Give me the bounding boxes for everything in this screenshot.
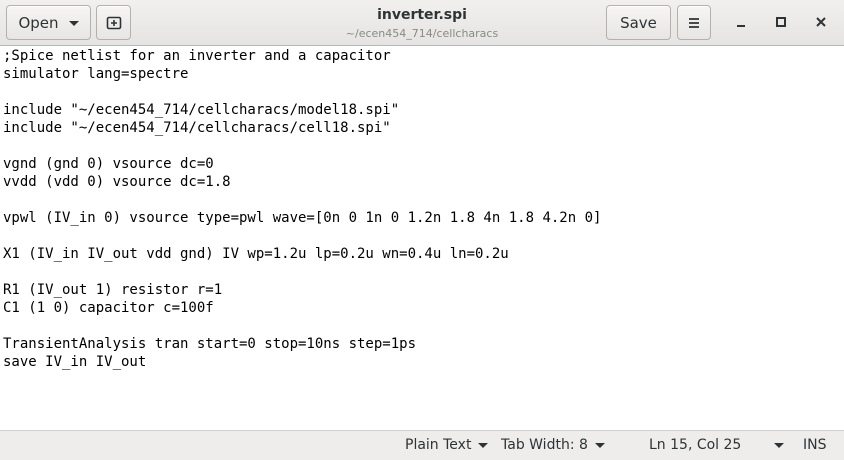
language-label: Plain Text xyxy=(405,437,472,453)
window-title-area: inverter.spi ~/ecen454_714/cellcharacs xyxy=(300,7,544,41)
menu-button[interactable] xyxy=(677,5,711,40)
chevron-down-icon xyxy=(594,443,605,448)
chevron-down-icon xyxy=(478,443,489,448)
window-subtitle: ~/ecen454_714/cellcharacs xyxy=(345,27,499,40)
tab-width-selector[interactable]: Tab Width: 8 xyxy=(501,437,605,453)
close-icon xyxy=(816,17,826,27)
insert-mode-label: INS xyxy=(803,437,827,453)
close-button[interactable] xyxy=(806,7,836,37)
tab-width-label: Tab Width: 8 xyxy=(501,437,588,453)
save-button[interactable]: Save xyxy=(606,5,671,40)
code-line: simulator lang=spectre xyxy=(3,66,189,82)
cursor-position-label: Ln 15, Col 25 xyxy=(649,437,742,453)
chevron-down-icon xyxy=(68,21,79,26)
header-bar: Open inverter.spi ~/ecen454_714/cellchar… xyxy=(0,0,844,46)
code-line: vgnd (gnd 0) vsource dc=0 xyxy=(3,156,214,172)
hamburger-menu-icon xyxy=(689,17,699,28)
code-line: TransientAnalysis tran start=0 stop=10ns… xyxy=(3,336,417,352)
cursor-position-selector[interactable]: Ln 15, Col 25 xyxy=(649,437,785,453)
code-line: include "~/ecen454_714/cellcharacs/model… xyxy=(3,102,400,118)
text-editor[interactable]: ;Spice netlist for an inverter and a cap… xyxy=(0,47,844,430)
insert-mode-indicator: INS xyxy=(803,437,827,453)
code-line: R1 (IV_out 1) resistor r=1 xyxy=(3,282,223,298)
code-line: X1 (IV_in IV_out vdd gnd) IV wp=1.2u lp=… xyxy=(3,246,509,262)
code-line: include "~/ecen454_714/cellcharacs/cell1… xyxy=(3,120,391,136)
maximize-icon xyxy=(776,17,786,27)
minimize-icon xyxy=(737,25,745,27)
minimize-button[interactable] xyxy=(726,7,756,37)
open-label: Open xyxy=(18,13,59,32)
language-selector[interactable]: Plain Text xyxy=(405,437,489,453)
chevron-down-icon xyxy=(774,443,785,448)
open-button[interactable]: Open xyxy=(6,5,91,40)
new-document-icon xyxy=(106,16,121,29)
status-bar: Plain Text Tab Width: 8 Ln 15, Col 25 IN… xyxy=(0,430,844,460)
code-line: save IV_in IV_out xyxy=(3,354,147,370)
save-label: Save xyxy=(620,13,657,32)
new-tab-button[interactable] xyxy=(96,5,131,40)
code-line: vpwl (IV_in 0) vsource type=pwl wave=[0n… xyxy=(3,210,602,226)
maximize-button[interactable] xyxy=(766,7,796,37)
window-title: inverter.spi xyxy=(377,7,467,23)
code-line: ;Spice netlist for an inverter and a cap… xyxy=(3,48,391,64)
code-line: C1 (1 0) capacitor c=100f xyxy=(3,300,214,316)
code-line: vvdd (vdd 0) vsource dc=1.8 xyxy=(3,174,231,190)
